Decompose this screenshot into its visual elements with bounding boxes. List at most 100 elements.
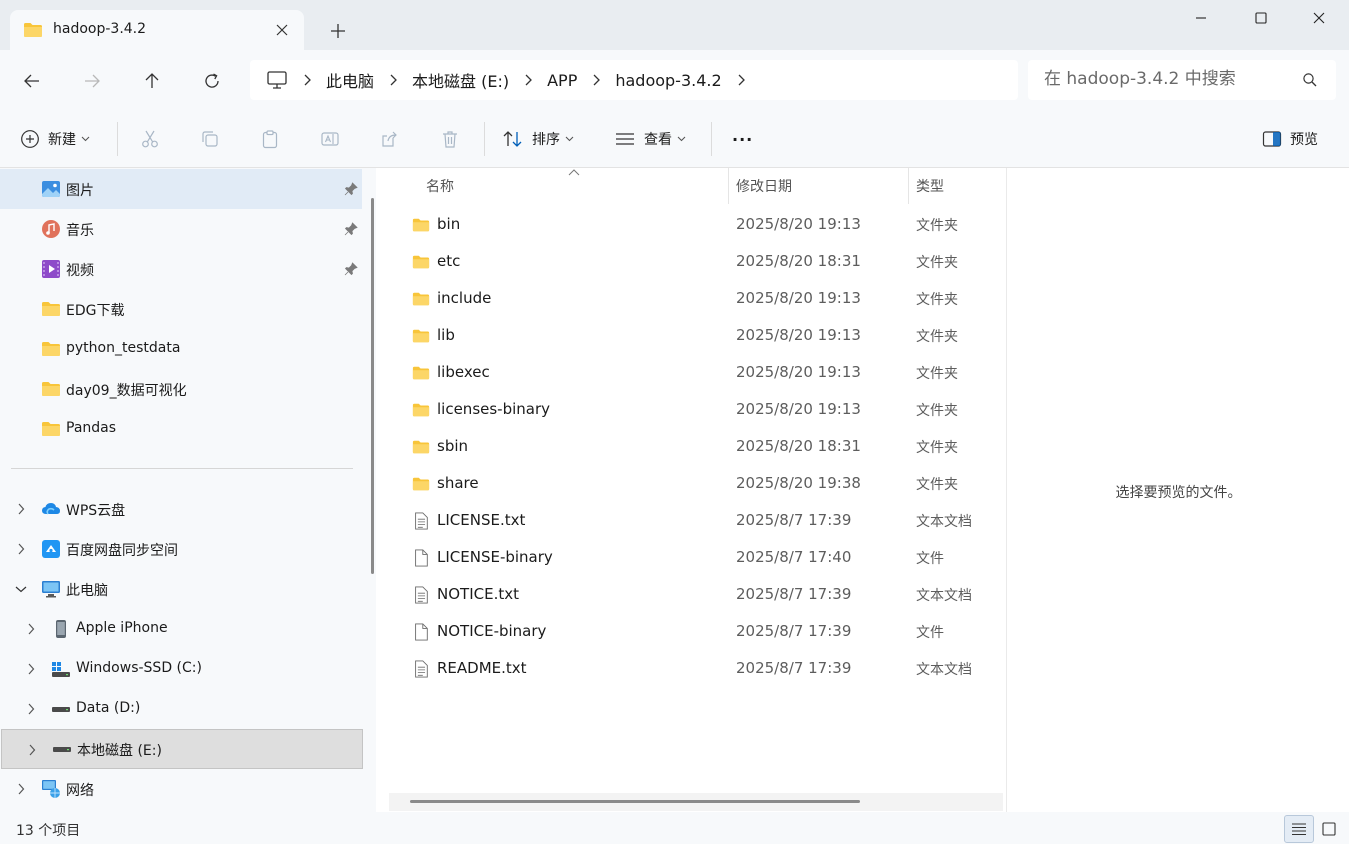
column-header-label: 修改日期 bbox=[736, 179, 792, 195]
search-icon[interactable] bbox=[1302, 72, 1318, 88]
pin-icon[interactable] bbox=[344, 222, 358, 236]
column-header-type[interactable]: 类型 bbox=[916, 168, 1004, 204]
computer-icon[interactable] bbox=[266, 70, 288, 90]
minimize-icon bbox=[1196, 17, 1206, 19]
new-button[interactable]: 新建 bbox=[20, 110, 90, 168]
pin-icon[interactable] bbox=[344, 182, 358, 196]
chevron-right-icon[interactable] bbox=[577, 74, 615, 86]
sidebar-item-network[interactable]: 网络 bbox=[0, 769, 362, 809]
share-button[interactable] bbox=[380, 110, 400, 168]
sidebar-item-drive-c[interactable]: Windows-SSD (C:) bbox=[0, 649, 362, 689]
sidebar-item-label: WPS云盘 bbox=[66, 503, 126, 519]
file-row[interactable]: share 2025/8/20 19:38 文件夹 bbox=[386, 465, 1004, 502]
sidebar-item-edg-download[interactable]: EDG下载 bbox=[0, 289, 362, 329]
file-row[interactable]: LICENSE-binary 2025/8/7 17:40 文件 bbox=[386, 539, 1004, 576]
back-button[interactable] bbox=[17, 66, 47, 96]
sidebar-item-pandas[interactable]: Pandas bbox=[0, 409, 362, 449]
refresh-icon bbox=[205, 73, 219, 88]
forward-button[interactable] bbox=[77, 66, 107, 96]
tab-active[interactable]: hadoop-3.4.2 bbox=[10, 10, 304, 50]
sidebar-item-drive-d[interactable]: Data (D:) bbox=[0, 689, 362, 729]
close-window-button[interactable] bbox=[1289, 0, 1349, 36]
up-button[interactable] bbox=[137, 66, 167, 96]
refresh-button[interactable] bbox=[197, 66, 227, 96]
file-type: 文本文档 bbox=[916, 662, 972, 678]
pin-icon[interactable] bbox=[344, 262, 358, 276]
minimize-button[interactable] bbox=[1171, 0, 1231, 36]
chevron-down-icon[interactable] bbox=[14, 582, 28, 596]
sidebar-item-baidu-netdisk[interactable]: 百度网盘同步空间 bbox=[0, 529, 362, 569]
file-date: 2025/8/20 19:13 bbox=[736, 326, 861, 344]
file-row[interactable]: etc 2025/8/20 18:31 文件夹 bbox=[386, 243, 1004, 280]
copy-button[interactable] bbox=[200, 110, 220, 168]
sidebar-item-wps-cloud[interactable]: WPS云盘 bbox=[0, 489, 362, 529]
breadcrumb-item-current[interactable]: hadoop-3.4.2 bbox=[615, 71, 721, 90]
sidebar-scrollbar[interactable] bbox=[371, 198, 374, 574]
chevron-right-icon[interactable] bbox=[14, 502, 28, 516]
large-icons-view-button[interactable] bbox=[1314, 815, 1344, 843]
breadcrumb-item-app[interactable]: APP bbox=[547, 71, 577, 90]
search-box[interactable] bbox=[1028, 60, 1336, 100]
sidebar-item-pictures[interactable]: 图片 bbox=[0, 169, 362, 209]
view-button[interactable]: 查看 bbox=[614, 110, 686, 168]
file-row[interactable]: NOTICE-binary 2025/8/7 17:39 文件 bbox=[386, 613, 1004, 650]
more-options-button[interactable]: ··· bbox=[732, 110, 753, 168]
file-row[interactable]: bin 2025/8/20 19:13 文件夹 bbox=[386, 206, 1004, 243]
file-row[interactable]: NOTICE.txt 2025/8/7 17:39 文本文档 bbox=[386, 576, 1004, 613]
file-row[interactable]: libexec 2025/8/20 19:13 文件夹 bbox=[386, 354, 1004, 391]
chevron-right-icon[interactable] bbox=[722, 74, 760, 86]
maximize-button[interactable] bbox=[1231, 0, 1291, 36]
folder-icon bbox=[412, 329, 430, 343]
file-row[interactable]: LICENSE.txt 2025/8/7 17:39 文本文档 bbox=[386, 502, 1004, 539]
chevron-right-icon[interactable] bbox=[288, 74, 326, 86]
sidebar-item-label: Apple iPhone bbox=[76, 620, 168, 636]
file-name: bin bbox=[437, 215, 461, 233]
divider bbox=[117, 122, 118, 156]
file-row[interactable]: sbin 2025/8/20 18:31 文件夹 bbox=[386, 428, 1004, 465]
chevron-right-icon[interactable] bbox=[509, 74, 547, 86]
chevron-right-icon[interactable] bbox=[14, 782, 28, 796]
file-row[interactable]: lib 2025/8/20 19:13 文件夹 bbox=[386, 317, 1004, 354]
sidebar-item-this-pc[interactable]: 此电脑 bbox=[0, 569, 362, 609]
chevron-right-icon[interactable] bbox=[24, 622, 38, 636]
sidebar-item-videos[interactable]: 视频 bbox=[0, 249, 362, 289]
breadcrumb[interactable]: 此电脑 本地磁盘 (E:) APP hadoop-3.4.2 bbox=[250, 60, 1018, 100]
column-header-date[interactable]: 修改日期 bbox=[736, 168, 906, 204]
sidebar-item-apple-iphone[interactable]: Apple iPhone bbox=[0, 609, 362, 649]
paste-button[interactable] bbox=[260, 110, 280, 168]
plus-circle-icon bbox=[21, 130, 39, 148]
details-view-button[interactable] bbox=[1284, 815, 1314, 843]
sidebar-item-music[interactable]: 音乐 bbox=[0, 209, 362, 249]
file-row[interactable]: README.txt 2025/8/7 17:39 文本文档 bbox=[386, 650, 1004, 687]
column-divider[interactable] bbox=[908, 168, 909, 204]
chevron-right-icon[interactable] bbox=[24, 702, 38, 716]
file-row[interactable]: licenses-binary 2025/8/20 19:13 文件夹 bbox=[386, 391, 1004, 428]
preview-pane-button[interactable]: 预览 bbox=[1262, 110, 1318, 168]
delete-button[interactable] bbox=[440, 110, 460, 168]
file-date: 2025/8/7 17:40 bbox=[736, 548, 852, 566]
breadcrumb-item-this-pc[interactable]: 此电脑 bbox=[326, 68, 374, 92]
file-row[interactable]: include 2025/8/20 19:13 文件夹 bbox=[386, 280, 1004, 317]
chevron-right-icon[interactable] bbox=[25, 743, 39, 757]
cut-button[interactable] bbox=[140, 110, 160, 168]
rename-button[interactable] bbox=[320, 110, 340, 168]
column-divider[interactable] bbox=[728, 168, 729, 204]
sidebar-item-drive-e[interactable]: 本地磁盘 (E:) bbox=[1, 729, 363, 769]
breadcrumb-item-drive-e[interactable]: 本地磁盘 (E:) bbox=[412, 68, 509, 92]
sidebar-item-python-testdata[interactable]: python_testdata bbox=[0, 329, 362, 369]
network-icon bbox=[42, 780, 60, 798]
sort-button[interactable]: 排序 bbox=[502, 110, 574, 168]
close-icon[interactable] bbox=[272, 20, 292, 40]
new-tab-icon[interactable] bbox=[326, 19, 350, 43]
horizontal-scrollbar[interactable] bbox=[389, 793, 1003, 811]
sidebar-item-day09[interactable]: day09_数据可视化 bbox=[0, 369, 362, 409]
scrollbar-thumb[interactable] bbox=[410, 800, 860, 803]
chevron-right-icon[interactable] bbox=[24, 662, 38, 676]
search-input[interactable] bbox=[1044, 69, 1294, 89]
sidebar-item-label: 图片 bbox=[66, 183, 94, 199]
file-date: 2025/8/7 17:39 bbox=[736, 622, 852, 640]
chevron-right-icon[interactable] bbox=[374, 74, 412, 86]
folder-icon bbox=[412, 403, 430, 417]
chevron-right-icon[interactable] bbox=[14, 542, 28, 556]
preview-pane-icon bbox=[1262, 131, 1282, 147]
